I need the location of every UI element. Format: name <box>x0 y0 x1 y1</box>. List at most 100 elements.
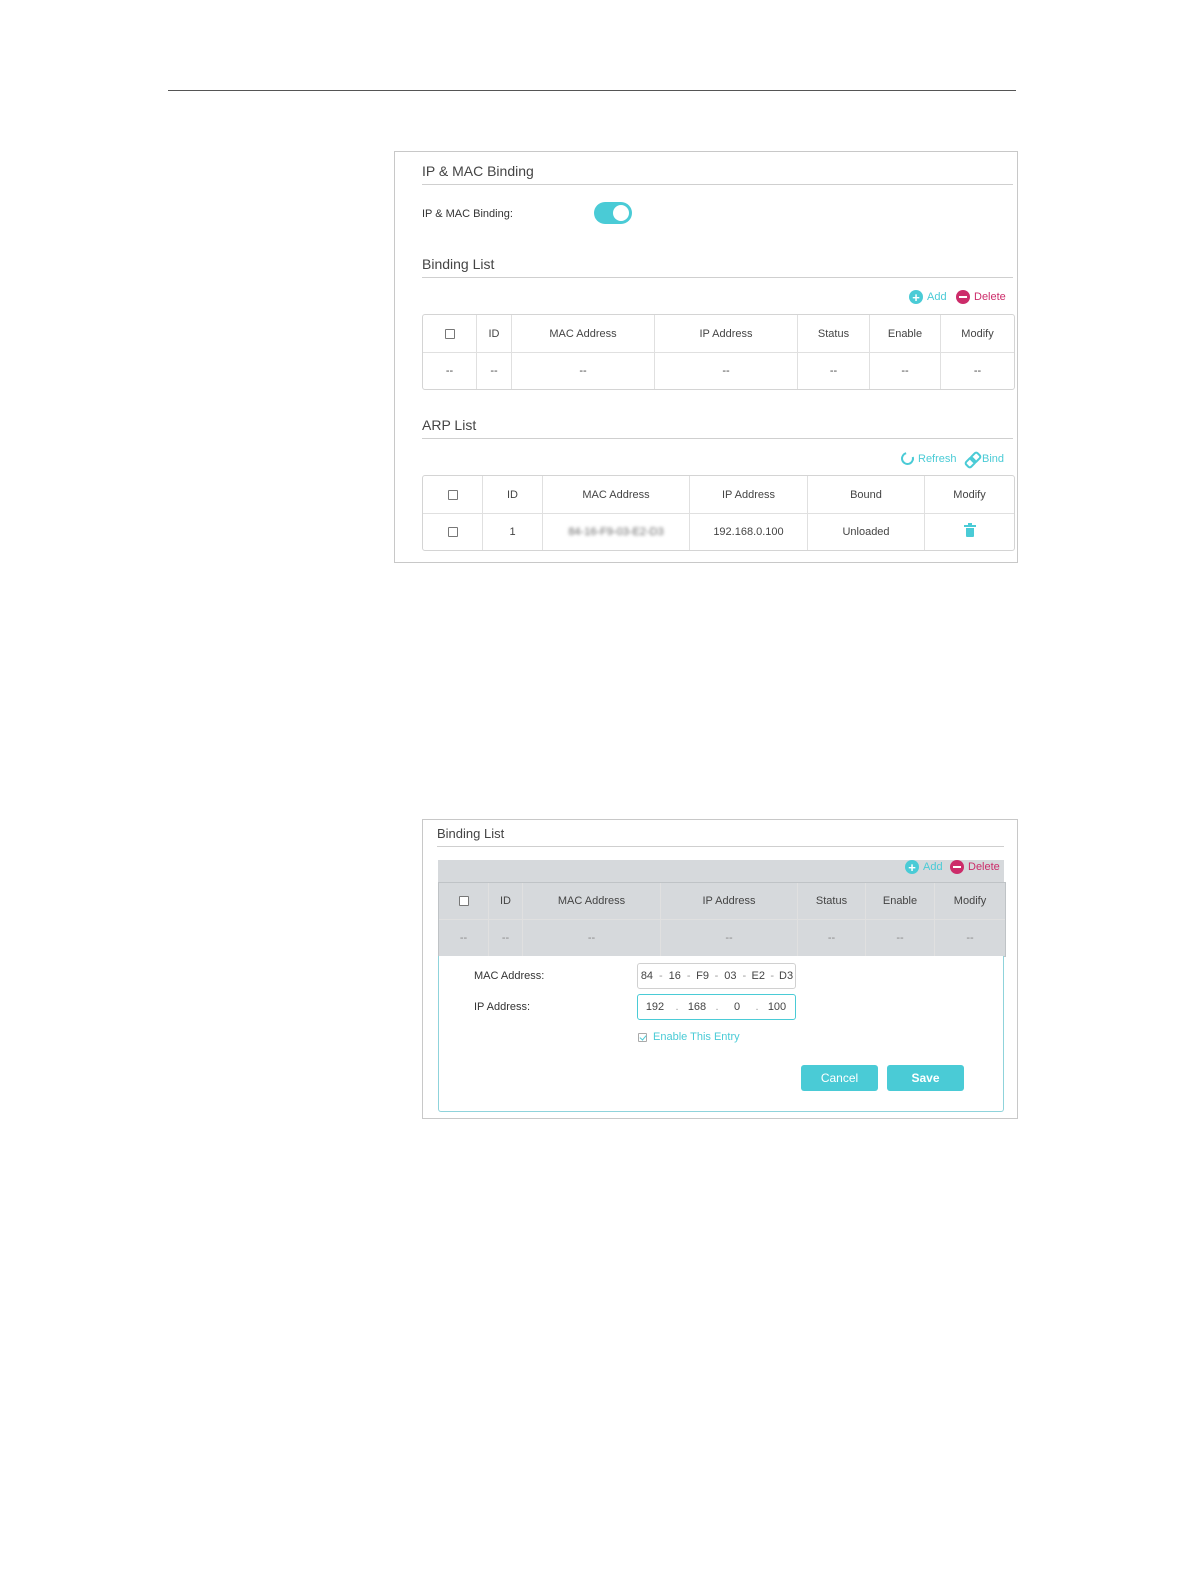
ip-separator: . <box>675 1001 679 1013</box>
ip-mac-binding-panel: IP & MAC Binding IP & MAC Binding: Bindi… <box>394 151 1018 563</box>
arp-ip-address: 192.168.0.100 <box>690 514 808 550</box>
ip-address-input[interactable]: 192 . 168 . 0 . 100 <box>637 994 796 1020</box>
section-title-binding-list: Binding List <box>437 826 505 841</box>
table-header-row: ID MAC Address IP Address Bound Modify <box>423 476 1014 514</box>
select-all-checkbox[interactable] <box>444 328 455 339</box>
column-header-modify: Modify <box>935 883 1005 920</box>
enable-entry-checkbox-row[interactable]: Enable This Entry <box>638 1031 740 1043</box>
column-header-mac-address: MAC Address <box>523 883 661 920</box>
delete-label: Delete <box>968 861 1000 873</box>
ip-separator: . <box>715 1001 719 1013</box>
delete-label: Delete <box>974 291 1006 303</box>
empty-cell: -- <box>798 920 866 956</box>
page-header-rule <box>168 90 1016 91</box>
ip-segment[interactable]: 0 <box>722 1001 752 1013</box>
add-button[interactable]: Add <box>905 860 943 874</box>
empty-cell: -- <box>866 920 935 956</box>
mac-segment[interactable]: 03 <box>721 970 739 982</box>
table-header-row: ID MAC Address IP Address Status Enable … <box>423 315 1014 353</box>
empty-cell: -- <box>439 920 489 956</box>
column-header-enable: Enable <box>866 883 935 920</box>
checkmark-icon[interactable] <box>638 1032 647 1042</box>
ip-segment[interactable]: 192 <box>638 1001 672 1013</box>
mac-address-input[interactable]: 84 - 16 - F9 - 03 - E2 - D3 <box>637 963 796 989</box>
select-all-checkbox[interactable] <box>458 896 469 907</box>
empty-cell: -- <box>489 920 523 956</box>
section-title-arp-list: ARP List <box>422 417 477 433</box>
mac-segment[interactable]: D3 <box>777 970 795 982</box>
column-header-status: Status <box>798 883 866 920</box>
link-icon <box>965 452 978 465</box>
ip-separator: . <box>755 1001 759 1013</box>
mac-separator: - <box>686 970 691 982</box>
delete-button[interactable]: Delete <box>950 860 1000 874</box>
add-icon <box>909 290 923 304</box>
arp-mac-value: 84-16-F9-03-E2-D3 <box>568 526 664 538</box>
section-title-binding-list: Binding List <box>422 256 495 272</box>
trash-icon[interactable] <box>963 522 976 537</box>
mac-separator: - <box>742 970 747 982</box>
mac-address-label: MAC Address: <box>474 970 545 982</box>
arp-bound-status: Unloaded <box>808 514 925 550</box>
ip-segment[interactable]: 100 <box>762 1001 792 1013</box>
empty-cell: -- <box>512 353 655 389</box>
binding-list-table-overlay: ID MAC Address IP Address Status Enable … <box>438 882 1006 957</box>
save-button[interactable]: Save <box>887 1065 964 1091</box>
toggle-knob <box>613 205 629 221</box>
select-all-cell <box>423 476 483 514</box>
mac-segment[interactable]: 16 <box>666 970 684 982</box>
mac-segment[interactable]: F9 <box>694 970 712 982</box>
row-checkbox[interactable] <box>447 527 458 538</box>
mac-separator: - <box>659 970 663 982</box>
cancel-button[interactable]: Cancel <box>801 1065 878 1091</box>
bind-label: Bind <box>982 452 1005 465</box>
column-header-mac-address: MAC Address <box>543 476 690 514</box>
table-row[interactable]: 1 84-16-F9-03-E2-D3 192.168.0.100 Unload… <box>423 514 1014 550</box>
empty-cell: -- <box>973 365 982 377</box>
add-button[interactable]: Add <box>909 290 947 304</box>
arp-list-table: ID MAC Address IP Address Bound Modify 1… <box>422 475 1015 551</box>
section-title-ip-mac-binding: IP & MAC Binding <box>422 163 534 179</box>
mac-segment[interactable]: E2 <box>749 970 767 982</box>
delete-button[interactable]: Delete <box>956 290 1006 304</box>
delete-icon <box>956 290 970 304</box>
mac-segment[interactable]: 84 <box>638 970 656 982</box>
column-header-ip-address: IP Address <box>690 476 808 514</box>
refresh-icon <box>898 449 917 468</box>
add-label: Add <box>927 291 947 303</box>
empty-cell: -- <box>661 920 798 956</box>
delete-icon <box>950 860 964 874</box>
column-header-id: ID <box>477 315 512 353</box>
column-header-enable: Enable <box>870 315 941 353</box>
row-select-cell <box>423 514 483 550</box>
binding-list-edit-panel: Binding List Add Delete ID MAC Address I… <box>422 819 1018 1119</box>
section-divider <box>422 184 1013 185</box>
empty-cell: -- <box>798 353 870 389</box>
column-header-mac-address: MAC Address <box>512 315 655 353</box>
empty-cell: -- <box>870 353 941 389</box>
select-all-checkbox[interactable] <box>447 489 458 500</box>
ip-mac-binding-toggle[interactable] <box>594 202 632 224</box>
table-row: -- -- -- -- -- -- -- <box>439 920 1005 956</box>
section-divider <box>422 438 1013 439</box>
enable-entry-label: Enable This Entry <box>653 1031 740 1043</box>
empty-cell: -- <box>523 920 661 956</box>
bind-button[interactable]: Bind <box>965 452 1004 465</box>
mac-separator: - <box>770 970 774 982</box>
refresh-label: Refresh <box>918 452 957 465</box>
select-all-cell <box>439 883 489 920</box>
arp-id: 1 <box>483 514 543 550</box>
ip-mac-binding-toggle-label: IP & MAC Binding: <box>422 208 513 220</box>
ip-segment[interactable]: 168 <box>682 1001 712 1013</box>
table-row: -- -- -- -- -- -- -- <box>423 353 1014 389</box>
refresh-button[interactable]: Refresh <box>898 449 957 468</box>
add-icon <box>905 860 919 874</box>
select-all-cell <box>423 315 477 353</box>
ip-address-label: IP Address: <box>474 1001 531 1013</box>
section-divider <box>437 846 1004 847</box>
mac-separator: - <box>714 970 719 982</box>
column-header-ip-address: IP Address <box>661 883 798 920</box>
table-header-row: ID MAC Address IP Address Status Enable … <box>439 883 1005 920</box>
column-header-status: Status <box>798 315 870 353</box>
add-entry-form: MAC Address: 84 - 16 - F9 - 03 - E2 - D3… <box>438 956 1004 1112</box>
